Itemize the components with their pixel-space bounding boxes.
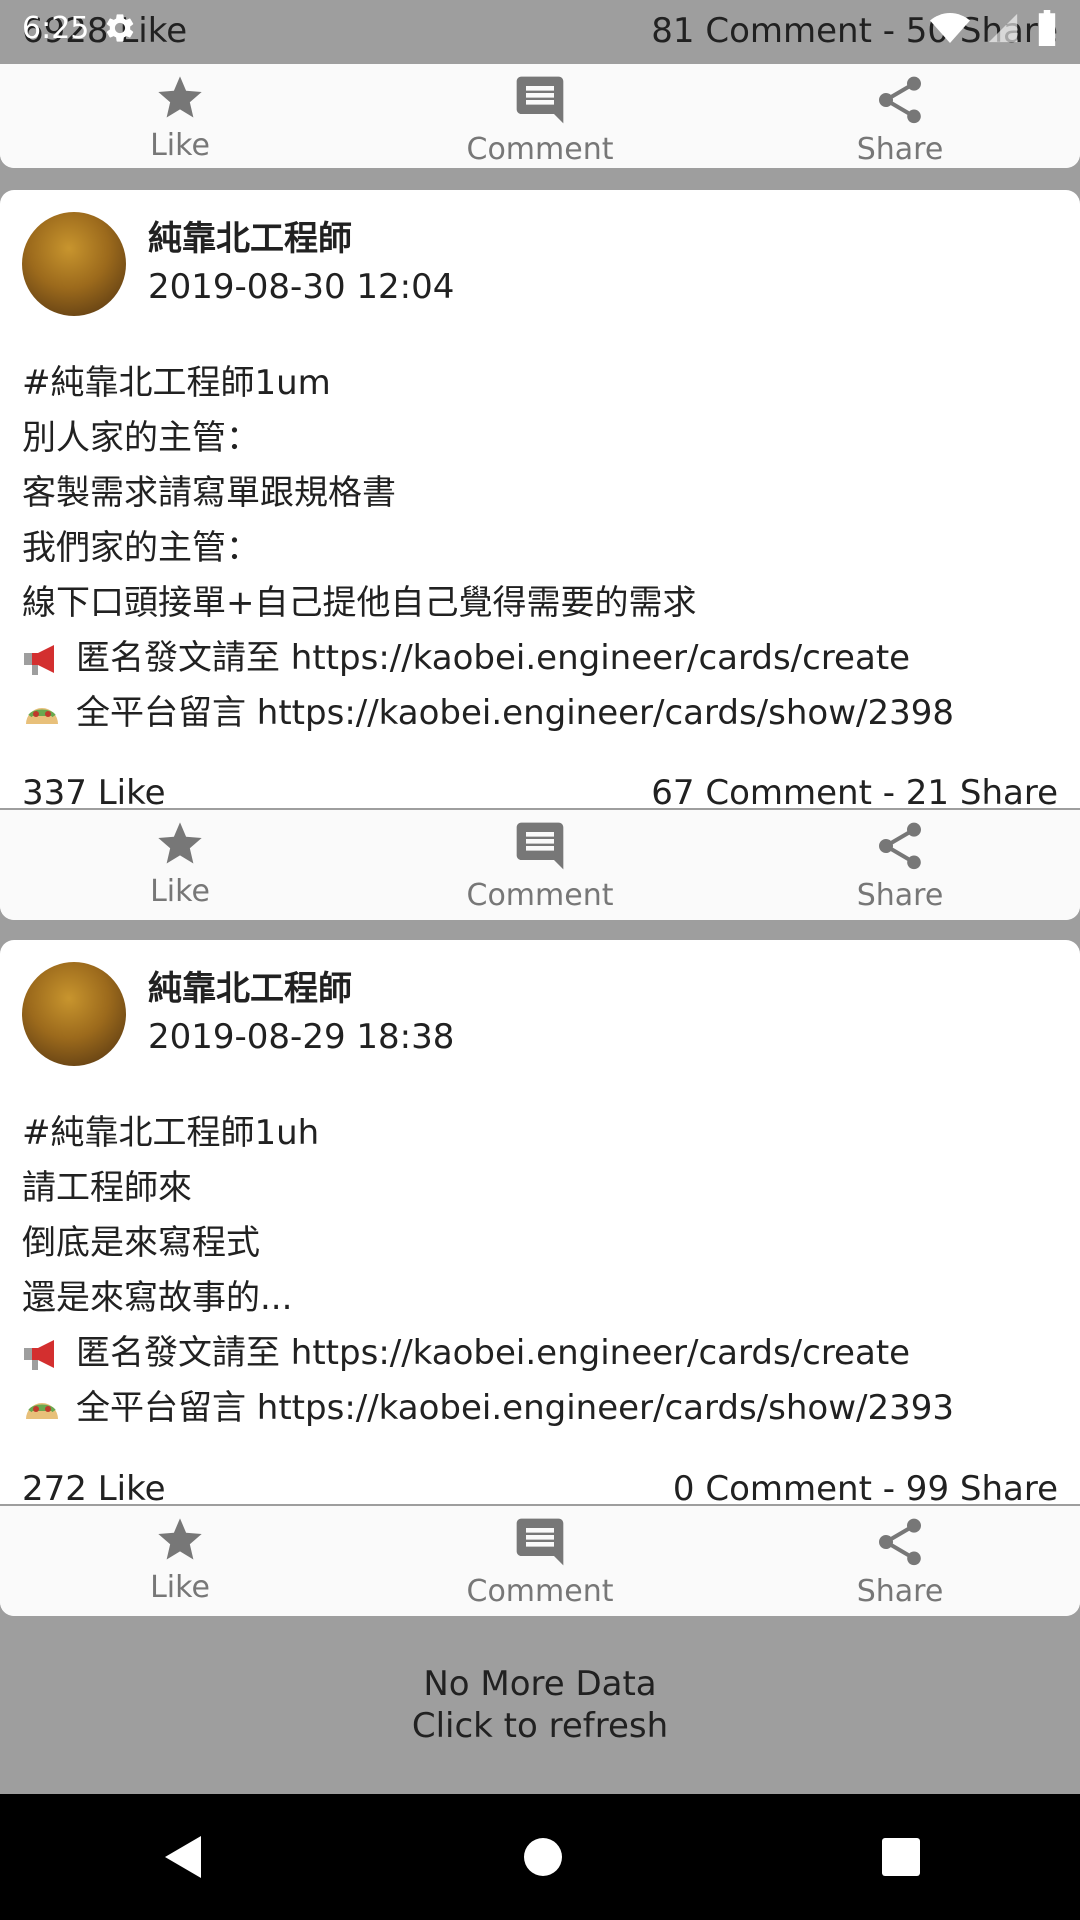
like-label: Like <box>150 874 210 909</box>
avatar[interactable] <box>22 212 126 316</box>
click-to-refresh-text: Click to refresh <box>411 1706 669 1746</box>
signal-icon <box>988 13 1018 43</box>
share-button[interactable]: Share <box>720 1506 1080 1616</box>
comment-label: Comment <box>466 878 614 913</box>
author-name[interactable]: 純靠北工程師 <box>148 216 454 262</box>
comment-share-count: 0 Comment - 99 Share <box>672 1469 1058 1509</box>
comment-icon <box>516 76 564 124</box>
share-icon <box>879 822 921 870</box>
recents-square-icon[interactable] <box>881 1837 921 1877</box>
post-header: 純靠北工程師 2019-08-29 18:38 <box>0 940 1080 1066</box>
post-action-bar: Like Comment Share <box>0 808 1080 920</box>
like-button[interactable]: Like <box>0 64 360 168</box>
share-icon <box>879 1518 921 1566</box>
author-name[interactable]: 純靠北工程師 <box>148 966 454 1012</box>
wifi-icon <box>930 13 970 43</box>
share-label: Share <box>856 132 944 167</box>
post-link-row: 匿名發文請至 https://kaobei.engineer/cards/cre… <box>22 1326 1058 1381</box>
comment-link-row: 全平台留言 https://kaobei.engineer/cards/show… <box>22 686 1058 741</box>
star-icon <box>158 76 202 118</box>
post-card: 純靠北工程師 2019-08-30 12:04 #純靠北工程師1um 別人家的主… <box>0 190 1080 920</box>
share-label: Share <box>856 878 944 913</box>
post-body: #純靠北工程師1uh 請工程師來 倒底是來寫程式 還是來寫故事的... 匿名發文… <box>0 1066 1080 1436</box>
like-label: Like <box>150 128 210 163</box>
status-time: 6:25 <box>22 10 90 46</box>
battery-icon <box>1038 10 1056 46</box>
comment-share-count: 67 Comment - 21 Share <box>651 773 1058 813</box>
megaphone-icon <box>24 1339 54 1370</box>
comment-link-row: 全平台留言 https://kaobei.engineer/cards/show… <box>22 1381 1058 1436</box>
star-icon <box>158 822 202 864</box>
taco-icon <box>26 1402 58 1419</box>
post-line: 別人家的主管： <box>22 418 260 458</box>
post-line: #純靠北工程師1uh <box>22 1113 320 1153</box>
back-triangle-icon[interactable] <box>159 1832 205 1882</box>
comment-icon <box>516 1518 564 1566</box>
post-header: 純靠北工程師 2019-08-30 12:04 <box>0 190 1080 316</box>
post-line: 倒底是來寫程式 <box>22 1223 260 1263</box>
post-link-row: 匿名發文請至 https://kaobei.engineer/cards/cre… <box>22 631 1058 686</box>
comment-link-text[interactable]: 全平台留言 https://kaobei.engineer/cards/show… <box>76 1381 954 1436</box>
post-line: 客製需求請寫單跟規格書 <box>22 473 396 513</box>
comment-icon <box>516 822 564 870</box>
megaphone-icon <box>24 644 54 675</box>
post-link-text[interactable]: 匿名發文請至 https://kaobei.engineer/cards/cre… <box>76 631 910 686</box>
taco-icon <box>26 707 58 724</box>
like-count: 272 Like <box>22 1469 166 1509</box>
like-button[interactable]: Like <box>0 1506 360 1616</box>
share-button[interactable]: Share <box>720 64 1080 168</box>
comment-label: Comment <box>466 132 614 167</box>
settings-gear-icon <box>107 14 134 42</box>
comment-button[interactable]: Comment <box>360 64 720 168</box>
comment-link-text[interactable]: 全平台留言 https://kaobei.engineer/cards/show… <box>76 686 954 741</box>
share-button[interactable]: Share <box>720 810 1080 920</box>
navigation-bar <box>0 1794 1080 1920</box>
post-time: 2019-08-30 12:04 <box>148 267 455 307</box>
comment-label: Comment <box>466 1574 614 1609</box>
post-action-bar: Like Comment Share <box>0 62 1080 168</box>
comment-button[interactable]: Comment <box>360 810 720 920</box>
post-line: 我們家的主管： <box>22 528 260 568</box>
comment-button[interactable]: Comment <box>360 1506 720 1616</box>
post-action-bar: Like Comment Share <box>0 1504 1080 1616</box>
no-more-data-text: No More Data <box>423 1664 657 1704</box>
like-button[interactable]: Like <box>0 810 360 920</box>
share-label: Share <box>856 1574 944 1609</box>
like-count: 337 Like <box>22 773 166 813</box>
share-icon <box>879 76 921 124</box>
post-line: 線下口頭接單+自己提他自己覺得需要的需求 <box>22 583 697 623</box>
post-link-text[interactable]: 匿名發文請至 https://kaobei.engineer/cards/cre… <box>76 1326 910 1381</box>
post-line: 還是來寫故事的... <box>22 1278 293 1318</box>
post-line: #純靠北工程師1um <box>22 363 331 403</box>
status-bar: 6:25 <box>0 0 1080 56</box>
post-time: 2019-08-29 18:38 <box>148 1017 455 1057</box>
refresh-footer[interactable]: No More Data Click to refresh <box>0 1616 1080 1794</box>
post-body: #純靠北工程師1um 別人家的主管： 客製需求請寫單跟規格書 我們家的主管： 線… <box>0 316 1080 741</box>
post-line: 請工程師來 <box>22 1168 192 1208</box>
avatar[interactable] <box>22 962 126 1066</box>
star-icon <box>158 1518 202 1560</box>
like-label: Like <box>150 1570 210 1605</box>
post-card: 純靠北工程師 2019-08-29 18:38 #純靠北工程師1uh 請工程師來… <box>0 940 1080 1616</box>
home-circle-icon[interactable] <box>523 1837 563 1877</box>
